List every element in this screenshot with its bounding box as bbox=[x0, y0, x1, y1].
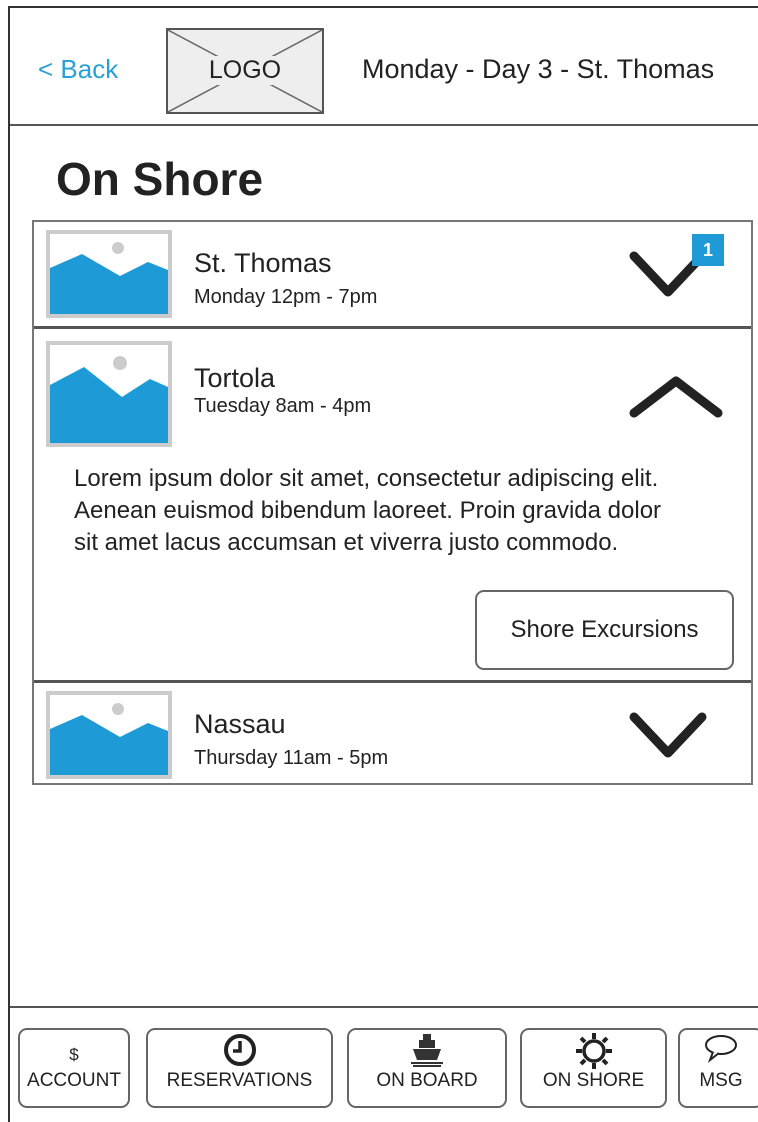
nav-on-shore-button[interactable]: ON SHORE bbox=[520, 1028, 667, 1108]
logo-placeholder: LOGO bbox=[166, 28, 324, 114]
nav-on-board-button[interactable]: ON BOARD bbox=[347, 1028, 507, 1108]
port-image bbox=[46, 341, 172, 447]
chevron-up-icon[interactable] bbox=[628, 373, 724, 421]
port-name: Tortola bbox=[194, 363, 276, 393]
nav-label: ON BOARD bbox=[376, 1070, 478, 1091]
clock-icon bbox=[148, 1032, 331, 1073]
image-placeholder-icon bbox=[50, 356, 168, 443]
port-time: Monday 12pm - 7pm bbox=[194, 286, 378, 308]
chevron-down-icon[interactable] bbox=[628, 709, 708, 761]
page-title: On Shore bbox=[56, 153, 264, 205]
logo-label: LOGO bbox=[200, 56, 290, 85]
port-name: St. Thomas bbox=[194, 248, 332, 278]
speech-bubble-icon bbox=[680, 1032, 758, 1071]
header-title: Monday - Day 3 - St. Thomas bbox=[362, 54, 715, 84]
nav-account-button[interactable]: $ ACCOUNT bbox=[18, 1028, 130, 1108]
port-item-st-thomas[interactable]: St. Thomas Monday 12pm - 7pm 1 bbox=[34, 222, 751, 326]
shore-excursions-button[interactable]: Shore Excursions bbox=[475, 590, 734, 670]
port-time: Tuesday 8am - 4pm bbox=[194, 395, 372, 417]
nav-msg-button[interactable]: MSG bbox=[678, 1028, 758, 1108]
back-link[interactable]: < Back bbox=[38, 54, 118, 85]
port-image bbox=[46, 691, 172, 779]
port-item-tortola[interactable]: Tortola Tuesday 8am - 4pm Lorem ipsum do… bbox=[34, 326, 751, 680]
sun-icon bbox=[522, 1032, 665, 1075]
nav-label: RESERVATIONS bbox=[166, 1070, 313, 1091]
nav-label: ACCOUNT bbox=[27, 1070, 121, 1091]
port-name: Nassau bbox=[194, 709, 286, 739]
port-list: St. Thomas Monday 12pm - 7pm 1 Tortola T… bbox=[32, 220, 753, 785]
image-placeholder-icon bbox=[50, 703, 168, 775]
port-image bbox=[46, 230, 172, 318]
dollar-icon: $ bbox=[69, 1045, 79, 1064]
port-item-nassau[interactable]: Nassau Thursday 11am - 5pm bbox=[34, 680, 751, 783]
image-placeholder-icon bbox=[50, 242, 168, 314]
port-description: Lorem ipsum dolor sit amet, consectetur … bbox=[74, 465, 662, 556]
bottom-nav: $ ACCOUNT RESERVATIONS ON BOARD ON SHORE… bbox=[10, 1006, 758, 1122]
nav-label: MSG bbox=[699, 1070, 743, 1091]
notification-badge: 1 bbox=[692, 234, 724, 266]
ship-icon bbox=[349, 1032, 505, 1073]
nav-label: ON SHORE bbox=[542, 1070, 645, 1091]
app-header: < Back LOGO Monday - Day 3 - St. Thomas bbox=[10, 8, 758, 126]
port-time: Thursday 11am - 5pm bbox=[194, 747, 389, 769]
nav-reservations-button[interactable]: RESERVATIONS bbox=[146, 1028, 333, 1108]
